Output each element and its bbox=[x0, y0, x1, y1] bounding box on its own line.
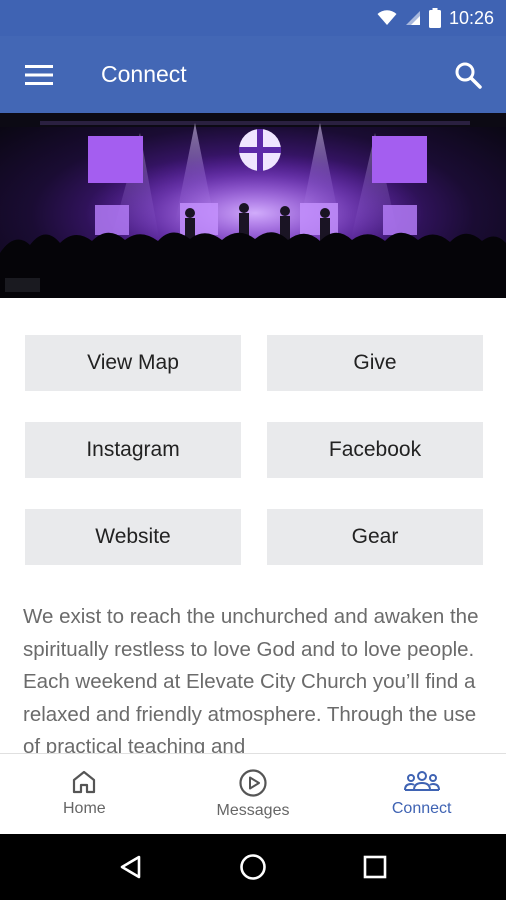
back-icon[interactable] bbox=[111, 847, 151, 887]
recents-icon[interactable] bbox=[355, 847, 395, 887]
nav-label-messages: Messages bbox=[216, 802, 290, 819]
app-bar: Connect bbox=[0, 36, 506, 113]
gear-button[interactable]: Gear bbox=[267, 509, 483, 565]
wifi-icon bbox=[377, 10, 397, 25]
page-title: Connect bbox=[101, 61, 187, 87]
website-button[interactable]: Website bbox=[25, 509, 241, 565]
people-group-icon bbox=[403, 771, 440, 791]
status-time: 10:26 bbox=[448, 7, 494, 28]
bottom-navigation: Home Messages Connect bbox=[0, 753, 506, 834]
system-navigation-bar bbox=[0, 834, 506, 900]
nav-item-messages[interactable]: Messages bbox=[169, 754, 338, 834]
action-buttons-grid: View Map Give Instagram Facebook Website… bbox=[25, 335, 483, 565]
search-icon[interactable] bbox=[452, 59, 484, 91]
home-circle-icon[interactable] bbox=[233, 847, 273, 887]
instagram-button[interactable]: Instagram bbox=[25, 422, 241, 478]
nav-label-connect: Connect bbox=[391, 800, 452, 817]
hero-image bbox=[0, 113, 506, 298]
home-icon bbox=[73, 770, 96, 794]
battery-icon bbox=[428, 8, 441, 28]
nav-item-home[interactable]: Home bbox=[0, 754, 169, 834]
give-button[interactable]: Give bbox=[267, 335, 483, 391]
status-bar: 10:26 bbox=[0, 0, 506, 36]
cell-signal-icon bbox=[405, 11, 420, 25]
nav-item-connect[interactable]: Connect bbox=[337, 754, 506, 834]
nav-label-home: Home bbox=[62, 800, 106, 817]
view-map-button[interactable]: View Map bbox=[25, 335, 241, 391]
facebook-button[interactable]: Facebook bbox=[267, 422, 483, 478]
hamburger-menu-icon[interactable] bbox=[24, 60, 54, 90]
play-circle-icon bbox=[239, 769, 267, 797]
church-description: We exist to reach the unchurched and awa… bbox=[23, 605, 479, 753]
